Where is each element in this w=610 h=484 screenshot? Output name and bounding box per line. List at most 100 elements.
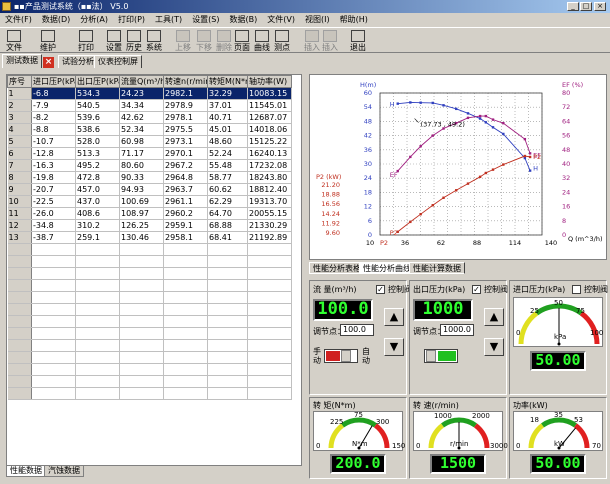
tab-analysis-table[interactable]: 性能分析表格 <box>309 262 365 274</box>
toolbar-button-6[interactable]: 上移 <box>173 29 193 53</box>
table-row[interactable]: 7 -16.3 495.2 80.60 2967.2 55.48 17232.08 <box>7 159 292 172</box>
outlet-valve-checkbox[interactable]: ✓ <box>472 285 481 294</box>
data-point-p2 <box>431 204 434 207</box>
toolbar-button-12[interactable]: 插入 <box>302 29 322 53</box>
empty-row <box>7 363 292 376</box>
table-row[interactable]: 13 -38.7 259.1 130.46 2958.1 68.41 21192.89 <box>7 231 292 244</box>
eff-tick: 24 <box>562 188 570 196</box>
menu-item-5[interactable]: 设置(S) <box>187 13 224 27</box>
inlet-valve-checkbox[interactable] <box>572 285 581 294</box>
toolbar-button-1[interactable]: 维护 <box>38 29 58 53</box>
table-row[interactable]: 6 -12.8 513.3 71.17 2970.1 52.24 16240.13 <box>7 147 292 160</box>
tab-test-data[interactable]: 测试数据 <box>2 54 42 68</box>
menu-item-0[interactable]: 文件(F) <box>0 13 37 27</box>
outlet-manual-auto-switch[interactable] <box>424 349 458 363</box>
table-row[interactable]: 12 -34.8 310.2 126.25 2959.1 68.88 21330.29 <box>7 219 292 232</box>
close-button[interactable]: × <box>594 2 606 11</box>
menu-item-3[interactable]: 打印(P) <box>113 13 150 27</box>
toolbar-button-9[interactable]: 页面 <box>232 29 252 53</box>
toolbar-icon <box>176 30 190 42</box>
toolbar-label: 维护 <box>40 43 56 52</box>
flow-down-button[interactable]: ▼ <box>384 338 404 356</box>
menu-item-4[interactable]: 工具(T) <box>150 13 187 27</box>
table-cell: -19.8 <box>31 171 76 184</box>
table-cell: 538.6 <box>75 123 120 136</box>
column-header[interactable]: 转矩M(N*m) <box>207 75 248 88</box>
data-point-h <box>455 107 458 111</box>
torque-display: 200.0 <box>330 454 386 474</box>
data-point-p2 <box>523 154 527 158</box>
head-tick: 42 <box>364 132 372 140</box>
close-tab-icon[interactable]: × <box>43 57 54 68</box>
column-header[interactable]: 流量Q(m³/h) <box>119 75 164 88</box>
menu-item-9[interactable]: 帮助(H) <box>335 13 373 27</box>
toolbar-label: 文件 <box>6 43 22 52</box>
table-cell: 21192.89 <box>247 231 292 244</box>
toolbar-icon <box>147 30 161 42</box>
toolbar-button-10[interactable]: 曲线 <box>252 29 272 53</box>
table-cell: 310.2 <box>75 219 120 232</box>
toolbar-button-5[interactable]: 系统 <box>144 29 164 53</box>
toolbar-button-4[interactable]: 历史 <box>124 29 144 53</box>
data-point-h <box>442 104 445 107</box>
outlet-down-button[interactable]: ▼ <box>484 338 504 356</box>
table-row[interactable]: 10 -22.5 437.0 100.69 2961.1 62.29 19313.70 <box>7 195 292 208</box>
table-row[interactable]: 9 -20.7 457.0 94.93 2963.7 60.62 18812.40 <box>7 183 292 196</box>
outlet-up-button[interactable]: ▲ <box>484 308 504 326</box>
tab-analysis-curve[interactable]: 性能分析曲线 <box>359 262 415 274</box>
data-point-ef <box>466 116 470 120</box>
tab-instrument-panel[interactable]: 仪表控制屏 <box>94 55 142 68</box>
flow-setpoint-input[interactable]: 100.0 <box>340 324 374 336</box>
table-row[interactable]: 8 -19.8 472.8 90.33 2964.8 58.77 18243.80 <box>7 171 292 184</box>
minimize-button[interactable]: _ <box>567 2 579 11</box>
table-row[interactable]: 2 -7.9 540.5 34.34 2978.9 37.01 11545.01 <box>7 99 292 112</box>
column-header[interactable]: 进口压P(kPa) <box>31 75 76 88</box>
column-header[interactable]: 出口压P(kPa) <box>75 75 120 88</box>
column-header[interactable]: 转速n(r/min) <box>163 75 208 88</box>
table-row[interactable]: 11 -26.0 408.6 108.97 2960.2 64.70 20055.15 <box>7 207 292 220</box>
flow-up-button[interactable]: ▲ <box>384 308 404 326</box>
data-grid[interactable]: 序号进口压P(kPa)出口压P(kPa)流量Q(m³/h)转速n(r/min)转… <box>6 74 302 466</box>
flow-valve-checkbox[interactable]: ✓ <box>376 285 385 294</box>
tab-test-analysis[interactable]: 试验分析 <box>58 55 98 68</box>
table-row[interactable]: 5 -10.7 528.0 60.98 2973.1 48.60 15125.22 <box>7 135 292 148</box>
data-point-ef <box>409 155 412 159</box>
menu-item-1[interactable]: 数据(D) <box>37 13 75 27</box>
toolbar-button-13[interactable]: 插入 <box>320 29 340 53</box>
menu-item-8[interactable]: 视图(I) <box>300 13 335 27</box>
tab-performance-data[interactable]: 性能数据 <box>6 466 46 477</box>
power-scale-label: 0 <box>516 442 521 450</box>
toolbar-button-8[interactable]: 删除 <box>214 29 234 53</box>
table-cell: 55.48 <box>207 159 248 172</box>
menu-item-7[interactable]: 文件(V) <box>262 13 300 27</box>
outlet-setpoint-input[interactable]: 1000.0 <box>440 324 474 336</box>
inlet-scale-label: 100 <box>590 329 604 337</box>
table-row[interactable]: 4 -8.8 538.6 52.34 2975.5 45.01 14018.06 <box>7 123 292 136</box>
toolbar-button-0[interactable]: 文件 <box>4 29 24 53</box>
manual-auto-switch[interactable] <box>324 349 358 363</box>
menu-item-2[interactable]: 分析(A) <box>75 13 113 27</box>
eff-tick: 56 <box>562 132 570 140</box>
toolbar-button-11[interactable]: 测点 <box>272 29 292 53</box>
menu-item-6[interactable]: 数据(B) <box>225 13 263 27</box>
toolbar-button-14[interactable]: 退出 <box>348 29 368 53</box>
column-header[interactable]: 轴功率(W) <box>247 75 292 88</box>
gauge-band-yellow <box>528 423 545 449</box>
table-cell: 2963.7 <box>163 183 208 196</box>
gauge-band-red <box>473 423 490 449</box>
table-row[interactable]: 3 -8.2 539.6 42.62 2978.1 40.71 12687.07 <box>7 111 292 124</box>
inlet-display: 50.00 <box>530 351 586 371</box>
tab-calc-data[interactable]: 性能计算数据 <box>409 262 465 274</box>
toolbar-button-7[interactable]: 下移 <box>194 29 214 53</box>
table-cell: 62.29 <box>207 195 248 208</box>
table-row[interactable]: 1 -6.8 534.3 24.23 2982.1 32.29 10083.15 <box>7 87 292 100</box>
toolbar-button-2[interactable]: 打印 <box>76 29 96 53</box>
series-line-h <box>397 102 531 171</box>
column-header[interactable]: 序号 <box>7 75 32 88</box>
torque-scale-label: 300 <box>376 418 390 426</box>
flow-display: 100.0 <box>313 299 373 321</box>
toolbar-button-3[interactable]: 设置 <box>104 29 124 53</box>
maximize-button[interactable]: □ <box>580 2 592 11</box>
tab-cavitation-data[interactable]: 汽蚀数据 <box>44 466 84 477</box>
table-cell: 539.6 <box>75 111 120 124</box>
